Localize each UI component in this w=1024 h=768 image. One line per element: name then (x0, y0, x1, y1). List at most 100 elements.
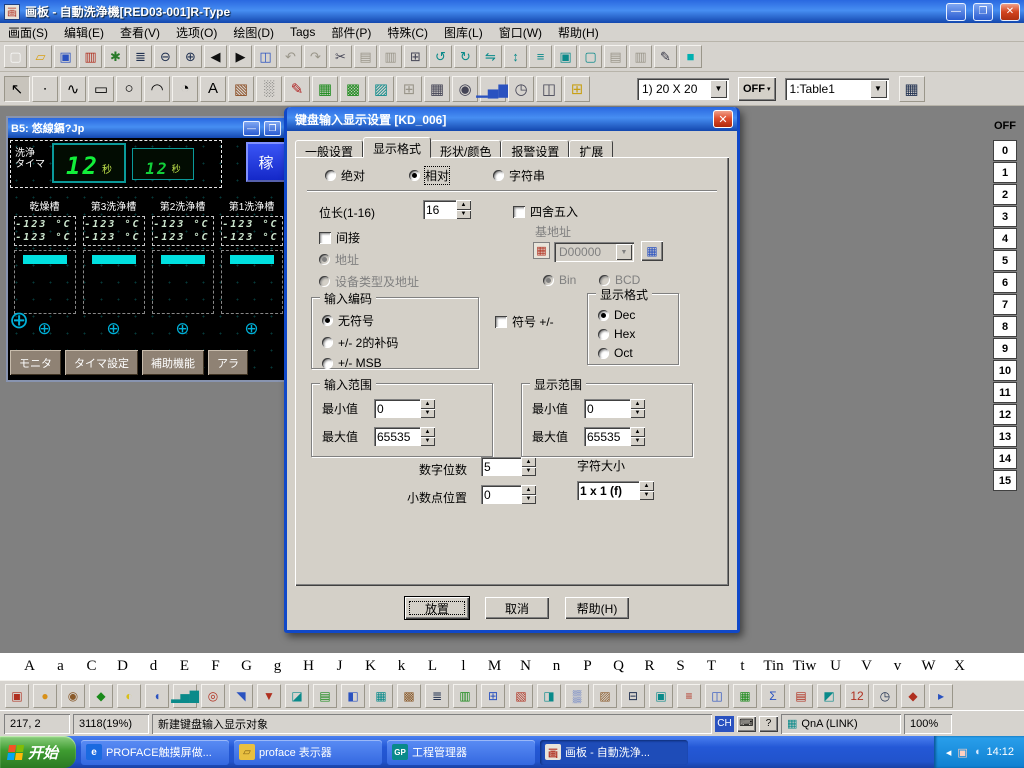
paste-icon[interactable]: ▥ (379, 45, 402, 68)
hmi-button[interactable]: アラ (208, 350, 248, 375)
corner-part-icon[interactable]: ◥ (229, 684, 253, 708)
lamp-part-icon[interactable]: ● (33, 684, 57, 708)
spin-up-button[interactable]: ▲ (456, 200, 471, 210)
mode-radio[interactable]: 字符串 (493, 167, 545, 184)
menu-item[interactable]: Tags (282, 23, 323, 41)
pattern-part-icon[interactable]: ▨ (593, 684, 617, 708)
copy-icon[interactable]: ▤ (354, 45, 377, 68)
tank-display[interactable]: 第2洗浄槽 -123 °C -123 °C ⊕ (148, 198, 217, 338)
select-tool-icon[interactable]: ↖ (4, 76, 30, 102)
list-part-icon[interactable]: ≣ (425, 684, 449, 708)
window-part-icon[interactable]: ◫ (536, 76, 562, 102)
keypad-part-icon[interactable]: ⊞ (481, 684, 505, 708)
rect-tool-icon[interactable]: ▭ (88, 76, 114, 102)
spin-down-button[interactable]: ▼ (521, 495, 536, 505)
screen-editor-titlebar[interactable]: B5: 悠線鎘?Jp — ❐ (8, 118, 284, 138)
timer-display-large[interactable]: 12 秒 (52, 143, 126, 183)
base-address-combo[interactable]: D00000 ▼ (554, 242, 634, 262)
marker-tool-icon[interactable]: ✎ (284, 76, 310, 102)
spin-up-button[interactable]: ▲ (420, 427, 435, 437)
spin-down-button[interactable]: ▼ (420, 409, 435, 419)
duplicate-icon[interactable]: ⊞ (404, 45, 427, 68)
start-button[interactable]: 开始 (0, 736, 76, 768)
spin-up-button[interactable]: ▲ (420, 399, 435, 409)
tank-part-icon[interactable]: ◉ (61, 684, 85, 708)
rotate-left-icon[interactable]: ↺ (429, 45, 452, 68)
tank-display[interactable]: 第1洗浄槽 -123 °C -123 °C ⊕ (217, 198, 284, 338)
numeric-part-icon[interactable]: ⊞ (396, 76, 422, 102)
char-palette-item[interactable]: K (355, 658, 386, 675)
split-part-icon[interactable]: ◫ (705, 684, 729, 708)
char-palette-item[interactable]: W (913, 658, 944, 675)
char-palette-item[interactable]: M (479, 658, 510, 675)
state-cell[interactable]: 6 (993, 272, 1017, 293)
pie-tool-icon[interactable]: ◔ (172, 76, 198, 102)
display-format-radio[interactable]: Hex (598, 327, 635, 341)
menu-item[interactable]: 部件(P) (323, 22, 379, 43)
child-minimize-button[interactable]: — (243, 121, 260, 136)
open-screen-icon[interactable]: ◫ (254, 45, 277, 68)
hmi-button[interactable]: モニタ (10, 350, 61, 375)
lamp-part-icon[interactable]: ◉ (452, 76, 478, 102)
state-cell[interactable]: 5 (993, 250, 1017, 271)
char-palette-item[interactable]: G (231, 658, 262, 675)
hmi-button[interactable]: タイマ設定 (65, 350, 138, 375)
close-button[interactable]: ✕ (1000, 3, 1020, 21)
spin-down-button[interactable]: ▼ (456, 210, 471, 220)
off-state-button[interactable]: OFF ▾ (738, 77, 776, 101)
state-cell[interactable]: 11 (993, 382, 1017, 403)
text-tool-icon[interactable]: A (200, 76, 226, 102)
char-palette-item[interactable]: T (696, 658, 727, 675)
screen-copy-icon[interactable]: ▥ (79, 45, 102, 68)
menu-item[interactable]: 特殊(C) (379, 22, 436, 43)
spin-up-button[interactable]: ▲ (639, 481, 654, 491)
dialog-close-icon[interactable]: ✕ (713, 110, 733, 128)
time-part-icon[interactable]: ◷ (873, 684, 897, 708)
zoom-in-icon[interactable]: ⊕ (179, 45, 202, 68)
char-palette-item[interactable]: A (14, 658, 45, 675)
halftone-part-icon[interactable]: ◧ (341, 684, 365, 708)
menu-item[interactable]: 窗口(W) (491, 22, 550, 43)
state-cell[interactable]: 3 (993, 206, 1017, 227)
panel-part-icon[interactable]: ▥ (453, 684, 477, 708)
indirect-checkbox[interactable]: 间接 (319, 229, 360, 246)
dialog-tab[interactable]: 扩展 (569, 140, 613, 158)
toggle-part-icon[interactable]: ◨ (537, 684, 561, 708)
dialog-titlebar[interactable]: 键盘输入显示设置 [KD_006] ✕ (287, 107, 737, 131)
spin-down-button[interactable]: ▼ (521, 467, 536, 477)
load-image-icon[interactable]: ▦ (312, 76, 338, 102)
state-cell[interactable]: 12 (993, 404, 1017, 425)
dialog-tab[interactable]: 一般设置 (295, 140, 363, 158)
state-cell[interactable]: 2 (993, 184, 1017, 205)
char-palette-item[interactable]: P (572, 658, 603, 675)
state-cell[interactable]: 14 (993, 448, 1017, 469)
round-checkbox[interactable]: 四舍五入 (513, 203, 578, 220)
ellipse-tool-icon[interactable]: ○ (116, 76, 142, 102)
menu-item[interactable]: 帮助(H) (550, 22, 607, 43)
state-cell[interactable]: 10 (993, 360, 1017, 381)
char-palette-item[interactable]: N (510, 658, 541, 675)
prev-screen-icon[interactable]: ◀ (204, 45, 227, 68)
corner2-part-icon[interactable]: ◩ (817, 684, 841, 708)
load-mark-icon[interactable]: ▩ (340, 76, 366, 102)
char-palette-item[interactable]: l (448, 658, 479, 675)
rows-part-icon[interactable]: ▤ (789, 684, 813, 708)
project-settings-icon[interactable]: ✱ (104, 45, 127, 68)
antivirus-tray-icon[interactable]: ▣ (957, 746, 967, 759)
bitmap-part-icon[interactable]: ▣ (5, 684, 29, 708)
keypad-part-icon[interactable]: ▦ (424, 76, 450, 102)
menu-item[interactable]: 绘图(D) (225, 22, 282, 43)
spray-tool-icon[interactable]: ░ (256, 76, 282, 102)
input-code-radio[interactable]: 无符号 (322, 312, 374, 329)
redo-icon[interactable]: ↷ (304, 45, 327, 68)
char-palette-item[interactable]: g (262, 658, 293, 675)
keyboard-icon[interactable]: ⌨ (737, 716, 756, 732)
sigma-part-icon[interactable]: Σ (761, 684, 785, 708)
cut-icon[interactable]: ✂ (329, 45, 352, 68)
hmi-button[interactable]: 補助機能 (142, 350, 204, 375)
char-palette-item[interactable]: Q (603, 658, 634, 675)
spin-up-button[interactable]: ▲ (630, 427, 645, 437)
char-palette-item[interactable]: Tiw (789, 658, 820, 675)
input-code-radio[interactable]: +/- MSB (322, 356, 382, 370)
bar-graph-part-icon[interactable]: ▂▅▇ (173, 684, 197, 708)
